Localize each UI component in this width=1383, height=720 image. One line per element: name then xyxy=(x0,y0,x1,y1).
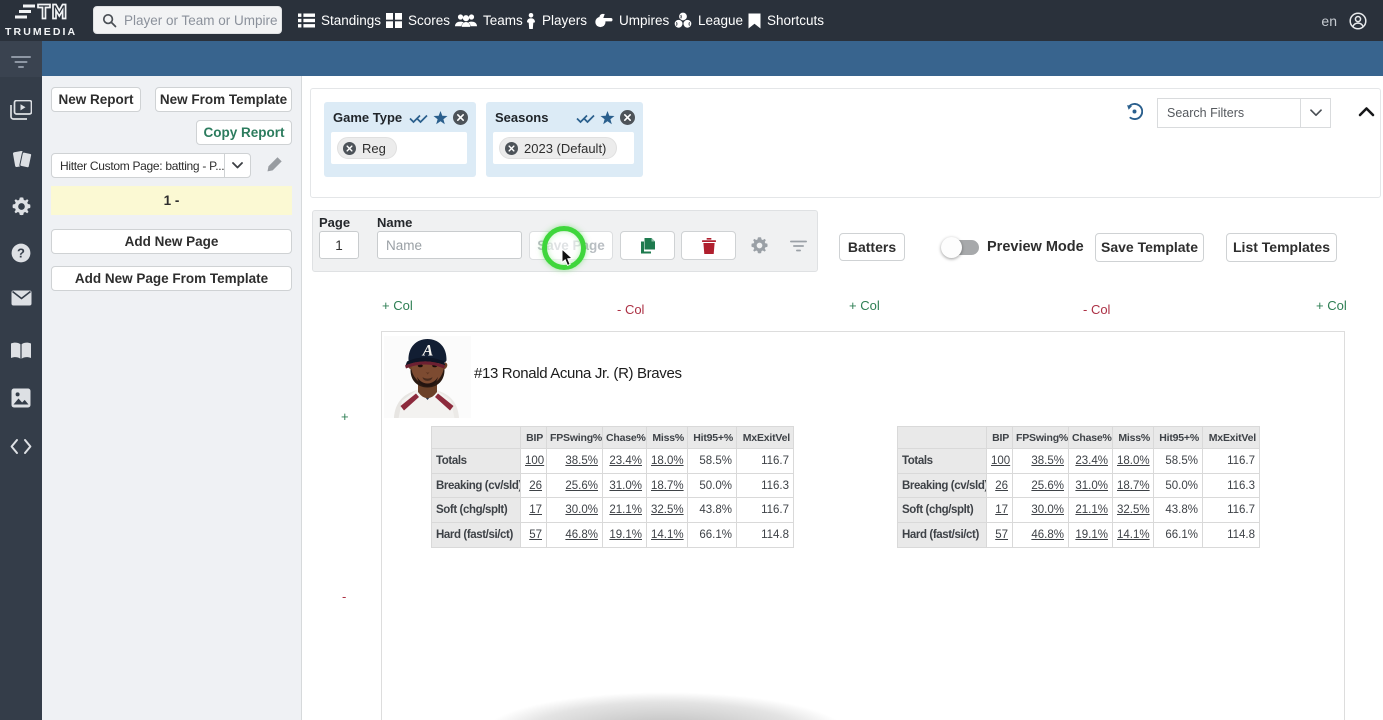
svg-text:A: A xyxy=(422,343,434,360)
svg-text:?: ? xyxy=(17,246,25,261)
svg-text:TRUMEDIA: TRUMEDIA xyxy=(5,26,77,38)
